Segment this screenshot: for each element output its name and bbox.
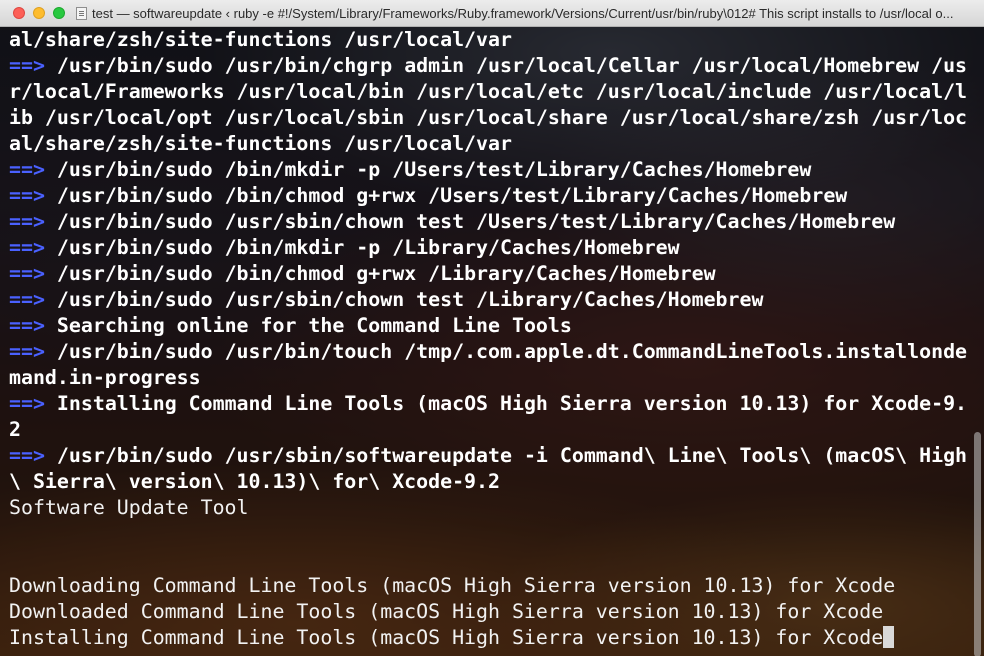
terminal-line-text: Installing Command Line Tools (macOS Hig… <box>9 626 884 649</box>
terminal-line-text: 2 <box>9 418 21 441</box>
terminal-line: Downloading Command Line Tools (macOS Hi… <box>9 573 973 599</box>
terminal-line: al/share/zsh/site-functions /usr/local/v… <box>9 131 973 157</box>
window-title: test — softwareupdate ‹ ruby -e #!/Syste… <box>92 6 954 21</box>
terminal-line: r/local/Frameworks /usr/local/bin /usr/l… <box>9 79 973 105</box>
terminal-line-text: /usr/bin/sudo /usr/sbin/chown test /User… <box>44 210 896 233</box>
terminal-line: ==> /usr/bin/sudo /bin/chmod g+rwx /User… <box>9 183 973 209</box>
terminal-line: ==> /usr/bin/sudo /bin/mkdir -p /Users/t… <box>9 157 973 183</box>
window-title-area: test — softwareupdate ‹ ruby -e #!/Syste… <box>76 0 978 27</box>
terminal-line: ib /usr/local/opt /usr/local/sbin /usr/l… <box>9 105 973 131</box>
prompt-arrow: ==> <box>9 444 45 467</box>
terminal-line-text: Searching online for the Command Line To… <box>44 314 572 337</box>
terminal-line-text: /usr/bin/sudo /usr/bin/touch /tmp/.com.a… <box>44 340 968 363</box>
document-proxy-icon[interactable] <box>76 7 87 20</box>
terminal-line: ==> /usr/bin/sudo /usr/bin/chgrp admin /… <box>9 53 973 79</box>
terminal-line-text: al/share/zsh/site-functions /usr/local/v… <box>9 28 512 51</box>
terminal-line: ==> /usr/bin/sudo /usr/sbin/softwareupda… <box>9 443 973 469</box>
terminal-line: Software Update Tool <box>9 495 973 521</box>
terminal-line-text: /usr/bin/sudo /bin/chmod g+rwx /Library/… <box>44 262 716 285</box>
terminal-line-text: /usr/bin/sudo /usr/sbin/chown test /Libr… <box>44 288 764 311</box>
terminal-line: Installing Command Line Tools (macOS Hig… <box>9 625 973 651</box>
terminal-line: ==> /usr/bin/sudo /usr/sbin/chown test /… <box>9 287 973 313</box>
prompt-arrow: ==> <box>9 288 45 311</box>
prompt-arrow: ==> <box>9 392 45 415</box>
terminal-line-text: /usr/bin/sudo /bin/mkdir -p /Library/Cac… <box>44 236 680 259</box>
terminal-line-text: Downloading Command Line Tools (macOS Hi… <box>9 574 896 597</box>
terminal-line-text: Downloaded Command Line Tools (macOS Hig… <box>9 600 884 623</box>
terminal-line: \ Sierra\ version\ 10.13)\ for\ Xcode-9.… <box>9 469 973 495</box>
terminal-line-text: /usr/bin/sudo /usr/sbin/softwareupdate -… <box>44 444 968 467</box>
scrollbar-thumb[interactable] <box>974 432 981 656</box>
terminal-line-text: Software Update Tool <box>9 496 249 519</box>
terminal-line: 2 <box>9 417 973 443</box>
prompt-arrow: ==> <box>9 262 45 285</box>
terminal-line: ==> Installing Command Line Tools (macOS… <box>9 391 973 417</box>
terminal-line: ==> /usr/bin/sudo /bin/chmod g+rwx /Libr… <box>9 261 973 287</box>
prompt-arrow: ==> <box>9 54 45 77</box>
terminal-line-text: \ Sierra\ version\ 10.13)\ for\ Xcode-9.… <box>9 470 500 493</box>
terminal-line-text: mand.in-progress <box>9 366 201 389</box>
terminal-line: Downloaded Command Line Tools (macOS Hig… <box>9 599 973 625</box>
terminal-line-text: /usr/bin/sudo /bin/chmod g+rwx /Users/te… <box>44 184 848 207</box>
terminal-line-text: Installing Command Line Tools (macOS Hig… <box>44 392 968 415</box>
prompt-arrow: ==> <box>9 314 45 337</box>
terminal-window: test — softwareupdate ‹ ruby -e #!/Syste… <box>0 0 984 656</box>
terminal-line: ==> /usr/bin/sudo /usr/bin/touch /tmp/.c… <box>9 339 973 365</box>
terminal-line: mand.in-progress <box>9 365 973 391</box>
terminal-line-text: /usr/bin/sudo /bin/mkdir -p /Users/test/… <box>44 158 812 181</box>
prompt-arrow: ==> <box>9 340 45 363</box>
prompt-arrow: ==> <box>9 158 45 181</box>
terminal-line-text: ib /usr/local/opt /usr/local/sbin /usr/l… <box>9 106 968 129</box>
minimize-button[interactable] <box>33 7 45 19</box>
vertical-scrollbar[interactable] <box>969 27 984 656</box>
terminal-line-text: r/local/Frameworks /usr/local/bin /usr/l… <box>9 80 968 103</box>
zoom-button[interactable] <box>53 7 65 19</box>
terminal-output[interactable]: al/share/zsh/site-functions /usr/local/v… <box>9 27 973 656</box>
terminal-line: ==> /usr/bin/sudo /bin/mkdir -p /Library… <box>9 235 973 261</box>
prompt-arrow: ==> <box>9 184 45 207</box>
title-bar[interactable]: test — softwareupdate ‹ ruby -e #!/Syste… <box>0 0 984 27</box>
close-button[interactable] <box>13 7 25 19</box>
prompt-arrow: ==> <box>9 236 45 259</box>
terminal-line: ==> /usr/bin/sudo /usr/sbin/chown test /… <box>9 209 973 235</box>
terminal-line: al/share/zsh/site-functions /usr/local/v… <box>9 27 973 53</box>
text-cursor <box>883 626 895 648</box>
terminal-line: ==> Searching online for the Command Lin… <box>9 313 973 339</box>
terminal-line-text: /usr/bin/sudo /usr/bin/chgrp admin /usr/… <box>44 54 968 77</box>
terminal-line-text: al/share/zsh/site-functions /usr/local/v… <box>9 132 512 155</box>
prompt-arrow: ==> <box>9 210 45 233</box>
